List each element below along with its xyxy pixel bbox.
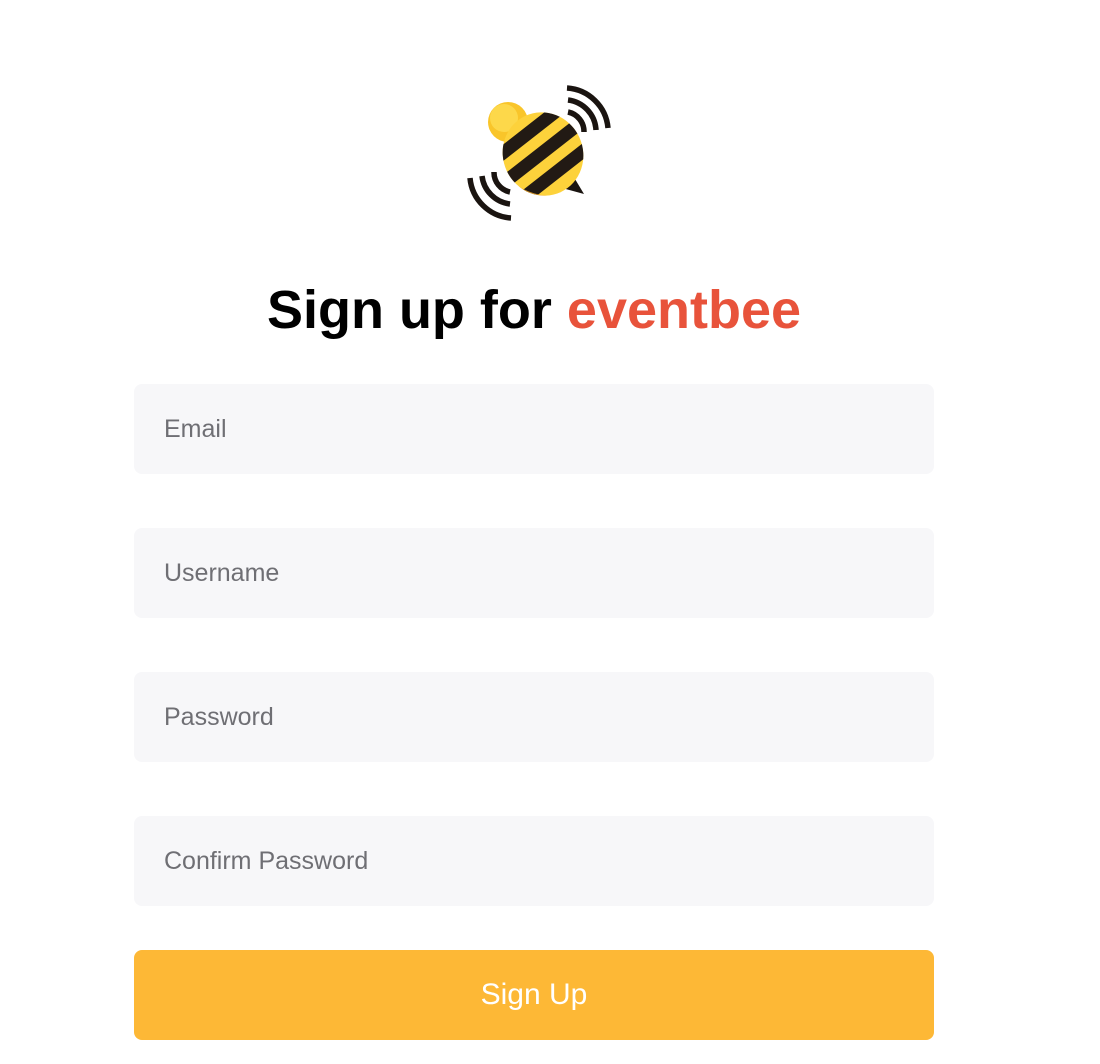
page-title: Sign up for eventbee [0,278,1068,342]
bee-logo-icon [467,85,611,221]
signup-page: Sign up for eventbee Sign Up [0,0,1100,1064]
confirm-password-input[interactable] [134,816,934,906]
email-input[interactable] [134,384,934,474]
sign-up-button[interactable]: Sign Up [134,950,934,1040]
username-input[interactable] [134,528,934,618]
password-input[interactable] [134,672,934,762]
title-prefix: Sign up for [266,280,567,340]
brand-name: eventbee [566,280,802,340]
